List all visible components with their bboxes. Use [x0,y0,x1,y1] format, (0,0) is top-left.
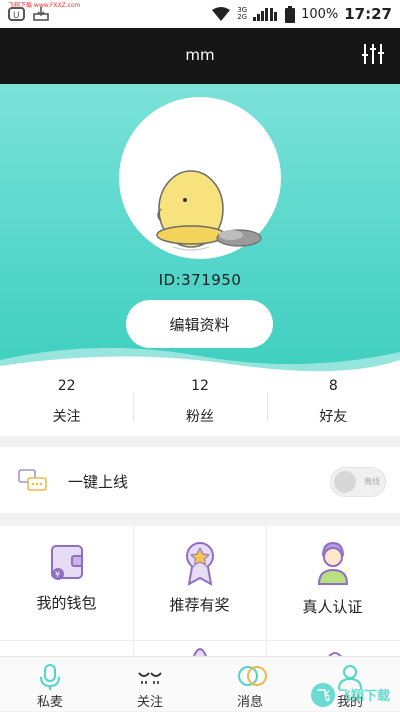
profile-header: ID:371950 编辑资料 [0,84,400,374]
grid-divider [266,526,267,656]
grid-divider [133,526,134,656]
stat-fans[interactable]: 12 粉丝 [133,374,266,436]
wallet-item[interactable]: ¥ 我的钱包 [0,526,133,640]
stat-following[interactable]: 22 关注 [0,374,133,436]
bottom-tab-bar: 私麦 关注 消息 我的 飞 飞翔下载 [0,656,400,711]
watermark-logo: 飞 飞翔下载 [311,683,390,707]
avatar[interactable] [119,97,281,259]
verify-item[interactable]: 真人认证 [266,526,399,640]
svg-text:¥: ¥ [55,570,60,579]
status-right: 3G 2G 100% 17:27 [211,5,392,23]
wave-divider [0,347,400,374]
wifi-icon [212,7,231,21]
online-row: 一键上线 离线 [0,447,400,513]
svg-text:飞: 飞 [317,689,330,704]
online-label: 一键上线 [68,473,129,491]
grid-divider [0,640,400,641]
tab-messages[interactable]: 消息 [200,657,300,712]
toggle-knob [334,471,356,493]
tab-follow[interactable]: 关注 [100,657,200,712]
tab-label: 关注 [136,695,163,710]
referral-label: 推荐有奖 [169,596,230,614]
stat-label: 好友 [319,409,348,425]
wallet-label: 我的钱包 [36,594,97,612]
chat-bubbles-icon [238,666,267,686]
online-toggle[interactable]: 离线 [330,467,386,497]
page-title: mm [185,46,215,64]
tab-label: 消息 [236,695,263,710]
svg-text:U: U [13,11,20,21]
stat-label: 关注 [52,409,81,425]
stat-label: 粉丝 [185,409,214,425]
settings-sliders-icon[interactable] [362,42,384,66]
battery-icon [285,5,296,23]
feature-grid: ¥ 我的钱包 推荐有奖 真人认证 [0,526,400,658]
partial-icon [193,648,207,656]
avatar-chick-illustration [156,170,262,251]
referral-item[interactable]: 推荐有奖 [133,526,266,640]
medal-icon [186,542,214,586]
carrier-tag: 飞翔下载 www.FXXZ.com [8,2,81,9]
status-left: U 飞翔下载 www.FXXZ.com [8,2,81,22]
top-bar: mm [0,28,400,84]
signal-icon [253,8,278,21]
status-bar: U 飞翔下载 www.FXXZ.com 3G 2G 100% 17:27 [0,0,400,28]
eyes-icon [138,672,162,684]
wallet-icon: ¥ [51,545,83,580]
tab-private-mic[interactable]: 私麦 [0,657,100,712]
person-icon [317,541,349,585]
network-indicator: 3G 2G [237,6,248,21]
stat-value: 12 [191,378,209,394]
svg-text:飞翔下载: 飞翔下载 [338,688,390,704]
microphone-icon [40,664,60,690]
chat-online-icon [18,469,47,491]
clock: 17:27 [344,5,392,23]
stat-value: 22 [57,378,76,394]
stat-friends[interactable]: 8 好友 [266,374,400,436]
stats-row: 22 关注 12 粉丝 8 好友 [0,374,400,436]
tab-label: 私麦 [36,695,63,710]
toggle-status-text: 离线 [364,477,380,486]
stat-value: 8 [328,378,338,394]
battery-percent: 100% [301,6,339,22]
user-id: ID:371950 [158,271,242,289]
verify-label: 真人认证 [302,598,363,616]
